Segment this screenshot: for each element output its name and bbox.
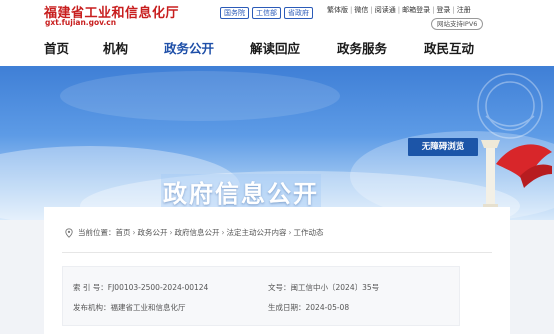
breadcrumb: 当前位置： 首页 › 政务公开 › 政府信息公开 › 法定主动公开内容 › 工作…	[64, 227, 324, 238]
breadcrumb-government-affairs[interactable]: 政务公开	[138, 227, 168, 238]
document-number-label: 文号：	[268, 283, 291, 292]
breadcrumb-home[interactable]: 首页	[116, 227, 131, 238]
gov-link-state-council[interactable]: 国务院	[220, 7, 249, 19]
main-nav: 首页 机构 政务公开 解读回应 政务服务 政民互动	[0, 38, 554, 60]
nav-government-affairs[interactable]: 政务公开	[164, 38, 214, 57]
nav-organization[interactable]: 机构	[103, 38, 128, 57]
divider	[62, 252, 492, 253]
page-banner: 无障碍浏览 政府信息公开	[0, 66, 554, 220]
traditional-chinese-link[interactable]: 繁体版	[327, 5, 348, 15]
document-number: 文号：闽工信中小〔2024〕35号	[268, 282, 379, 293]
publisher-value: 福建省工业和信息化厅	[110, 303, 186, 312]
ipv6-badge: 网站支持IPV6	[431, 18, 484, 30]
breadcrumb-prefix: 当前位置：	[78, 228, 116, 237]
utility-links: 繁体版 | 微信 | 阅读通 | 邮箱登录 | 登录 | 注册	[327, 5, 471, 15]
gov-links: 国务院 工信部 省政府	[220, 7, 313, 19]
index-number-value: FJ00103-2500-2024-00124	[107, 283, 209, 292]
generation-date: 生成日期：2024-05-08	[268, 302, 349, 313]
index-number: 索 引 号：FJ00103-2500-2024-00124	[73, 282, 208, 293]
generation-date-value: 2024-05-08	[305, 303, 350, 312]
breadcrumb-work-updates[interactable]: 工作动态	[294, 227, 324, 238]
login-link[interactable]: 登录	[436, 5, 450, 15]
site-header: 福建省工业和信息化厅 gxt.fujian.gov.cn 国务院 工信部 省政府…	[0, 0, 554, 66]
breadcrumb-statutory-content[interactable]: 法定主动公开内容	[227, 227, 287, 238]
breadcrumb-info-disclosure[interactable]: 政府信息公开	[175, 227, 220, 238]
nav-home[interactable]: 首页	[44, 38, 69, 57]
index-number-label: 索 引 号：	[73, 283, 108, 292]
register-link[interactable]: 注册	[457, 5, 471, 15]
nav-interaction[interactable]: 政民互动	[424, 38, 474, 57]
emblem-icon	[477, 73, 543, 139]
gov-link-province[interactable]: 省政府	[284, 7, 313, 19]
reader-link[interactable]: 阅读通	[375, 5, 396, 15]
publisher-label: 发布机构：	[73, 303, 111, 312]
accessibility-button[interactable]: 无障碍浏览	[408, 138, 478, 156]
gov-link-miit[interactable]: 工信部	[252, 7, 281, 19]
nav-government-services[interactable]: 政务服务	[337, 38, 387, 57]
document-number-value: 闽工信中小〔2024〕35号	[290, 283, 380, 292]
content-card: 当前位置： 首页 › 政务公开 › 政府信息公开 › 法定主动公开内容 › 工作…	[44, 207, 510, 334]
nav-interpretation[interactable]: 解读回应	[250, 38, 300, 57]
generation-date-label: 生成日期：	[268, 303, 306, 312]
publisher: 发布机构：福建省工业和信息化厅	[73, 302, 186, 313]
location-pin-icon	[65, 227, 73, 238]
page-title: 政府信息公开	[161, 174, 321, 209]
wechat-link[interactable]: 微信	[354, 5, 368, 15]
mail-login-link[interactable]: 邮箱登录	[402, 5, 430, 15]
document-meta-box: 索 引 号：FJ00103-2500-2024-00124 文号：闽工信中小〔2…	[62, 266, 460, 326]
site-url: gxt.fujian.gov.cn	[45, 18, 117, 27]
